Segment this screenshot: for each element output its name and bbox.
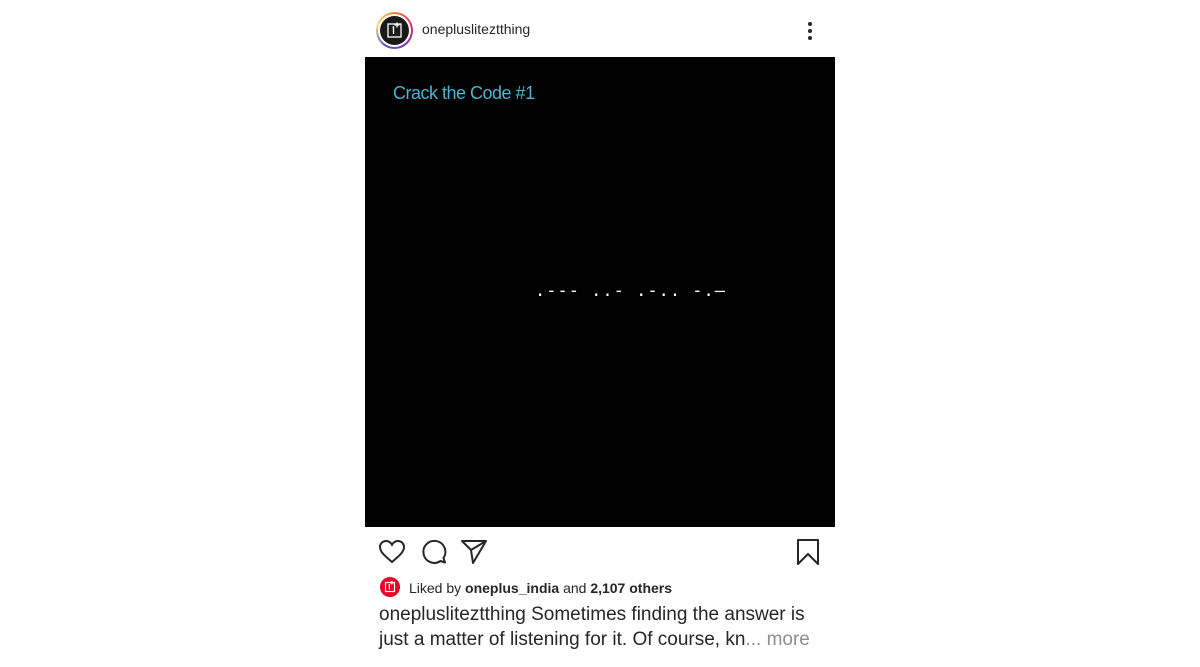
post-caption: oneplusliteztthing Sometimes finding the…: [379, 602, 819, 652]
likes-count[interactable]: 2,107 others: [590, 580, 672, 596]
more-vertical-icon[interactable]: [801, 20, 819, 42]
caption-more-link[interactable]: more: [767, 629, 810, 650]
caption-ellipsis: ...: [745, 629, 762, 650]
post-header: oneplusliteztthing: [365, 0, 835, 57]
likes-text: Liked by oneplus_india and 2,107 others: [409, 580, 672, 596]
bookmark-icon[interactable]: [793, 537, 823, 567]
profile-avatar[interactable]: [376, 12, 413, 49]
instagram-post: oneplusliteztthing Crack the Code #1 .--…: [365, 0, 835, 667]
caption-username[interactable]: oneplusliteztthing: [379, 604, 526, 625]
oneplus-logo-icon: [380, 16, 409, 45]
comment-icon[interactable]: [419, 537, 449, 567]
heart-icon[interactable]: [377, 537, 407, 567]
post-image[interactable]: Crack the Code #1 .--- ..- .-.. -.—: [365, 57, 835, 527]
post-actions: [365, 535, 835, 569]
image-title: Crack the Code #1: [393, 83, 535, 103]
likes-prefix: Liked by: [409, 580, 462, 596]
liker-username[interactable]: oneplus_india: [465, 580, 559, 596]
avatar-inner: [378, 14, 411, 47]
likes-conjunction: and: [563, 580, 587, 596]
liker-avatar-oneplus-icon[interactable]: [380, 577, 400, 597]
post-username[interactable]: oneplusliteztthing: [422, 21, 530, 37]
morse-code-text: .--- ..- .-.. -.—: [535, 281, 726, 301]
send-icon[interactable]: [459, 537, 489, 567]
likes-row: Liked by oneplus_india and 2,107 others: [379, 576, 829, 598]
